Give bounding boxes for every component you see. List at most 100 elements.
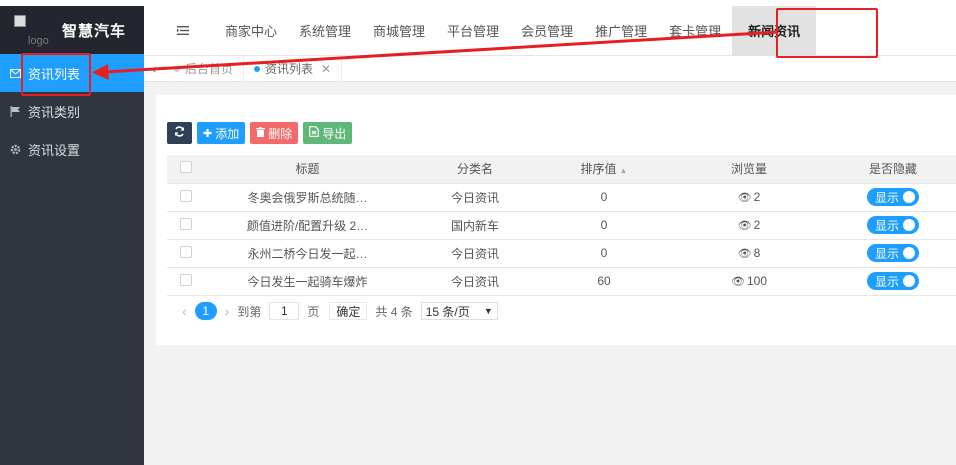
prev-page-icon[interactable]: ‹ <box>182 303 187 319</box>
page-size-select[interactable]: 15 条/页 ▼ <box>420 302 498 320</box>
nav-member-management[interactable]: 会员管理 <box>510 6 584 56</box>
annotation-box-sidebar <box>21 53 91 96</box>
sidebar-item-news-settings[interactable]: 资讯设置 <box>0 130 144 168</box>
refresh-icon <box>174 126 185 140</box>
goto-page-input[interactable]: 1 <box>269 302 300 320</box>
logo-image: logo <box>14 13 54 47</box>
flag-icon <box>9 105 21 117</box>
views-value: 8 <box>753 246 761 260</box>
page-size-value: 15 条/页 <box>425 304 470 319</box>
views-value: 2 <box>753 190 761 204</box>
cell-category: 今日资讯 <box>410 183 540 212</box>
eye-icon: 👁 <box>737 192 752 204</box>
tab-home[interactable]: 后台首页 <box>164 55 245 82</box>
select-all-cell <box>167 155 205 184</box>
switch-label: 显示 <box>875 190 900 205</box>
header-sort[interactable]: 排序值 ▲ <box>540 155 668 184</box>
page-unit-label: 页 <box>307 304 320 319</box>
header-sort-label: 排序值 <box>580 162 617 177</box>
visibility-switch[interactable]: 显示 <box>867 244 919 262</box>
row-checkbox-cell <box>167 267 205 296</box>
confirm-button[interactable]: 确定 <box>329 302 368 320</box>
menu-toggle-icon[interactable] <box>164 6 202 56</box>
tab-dot <box>174 65 180 72</box>
close-icon[interactable]: ✕ <box>321 62 331 76</box>
cell-views: 👁 100 <box>668 267 830 296</box>
sidebar-item-label: 资讯类别 <box>28 104 81 120</box>
cell-sort: 0 <box>540 183 668 212</box>
cell-sort: 60 <box>540 267 668 296</box>
delete-label: 删除 <box>268 126 293 141</box>
visibility-switch[interactable]: 显示 <box>867 272 919 290</box>
switch-label: 显示 <box>875 246 900 261</box>
eye-icon: 👁 <box>737 248 752 260</box>
goto-label: 到第 <box>237 304 262 319</box>
nav-mall-management[interactable]: 商城管理 <box>362 6 436 56</box>
cell-category: 国内新车 <box>410 211 540 240</box>
cell-hidden: 显示 <box>830 211 956 240</box>
row-checkbox-cell <box>167 239 205 268</box>
cell-views: 👁 2 <box>668 211 830 240</box>
switch-label: 显示 <box>875 274 900 289</box>
page-tabs: ‹ 后台首页 资讯列表 ✕ <box>144 55 956 82</box>
tab-news-list[interactable]: 资讯列表 ✕ <box>244 55 343 82</box>
tab-label: 后台首页 <box>185 62 234 76</box>
nav-card-management[interactable]: 套卡管理 <box>658 6 732 56</box>
cell-hidden: 显示 <box>830 183 956 212</box>
refresh-button[interactable] <box>167 122 192 144</box>
news-table: 标题 分类名 排序值 ▲ 浏览量 是否隐藏 冬奥会俄罗斯总统随… 今日资讯 0 👁… <box>167 155 956 296</box>
chevron-down-icon: ▼ <box>483 306 493 316</box>
row-checkbox[interactable] <box>180 273 192 286</box>
nav-system-management[interactable]: 系统管理 <box>288 6 362 56</box>
file-export-icon <box>309 126 320 140</box>
switch-knob <box>903 191 915 203</box>
tab-dot <box>254 65 261 72</box>
cell-views: 👁 2 <box>668 183 830 212</box>
cell-sort: 0 <box>540 211 668 240</box>
visibility-switch[interactable]: 显示 <box>867 188 919 206</box>
app-title: 智慧汽车 <box>62 22 127 40</box>
row-checkbox[interactable] <box>180 189 192 202</box>
tab-label: 资讯列表 <box>265 62 314 76</box>
switch-knob <box>903 275 915 287</box>
row-checkbox[interactable] <box>180 245 192 258</box>
nav-merchant-center[interactable]: 商家中心 <box>214 6 288 56</box>
logo-alt-text: logo <box>28 35 49 47</box>
tabs-prev-icon[interactable]: ‹ <box>144 56 164 82</box>
delete-button[interactable]: 删除 <box>250 122 299 144</box>
export-button[interactable]: 导出 <box>303 122 353 144</box>
nav-platform-management[interactable]: 平台管理 <box>436 6 510 56</box>
visibility-switch[interactable]: 显示 <box>867 216 919 234</box>
sidebar-item-news-category[interactable]: 资讯类别 <box>0 92 144 130</box>
eye-icon: 👁 <box>731 276 745 288</box>
add-label: 添加 <box>215 126 240 141</box>
cell-title: 颜值进阶/配置升级 2… <box>205 211 410 240</box>
add-button[interactable]: ✚ 添加 <box>197 122 246 144</box>
row-checkbox[interactable] <box>180 217 192 230</box>
views-value: 2 <box>753 218 761 232</box>
total-count: 共 4 条 <box>375 304 413 319</box>
table-row: 颜值进阶/配置升级 2… 国内新车 0 👁 2 显示 <box>167 211 956 240</box>
trash-icon <box>256 126 266 140</box>
header-title: 标题 <box>205 155 410 184</box>
cell-hidden: 显示 <box>830 267 956 296</box>
sort-icon[interactable]: ▲ <box>620 166 628 175</box>
cell-sort: 0 <box>540 239 668 268</box>
table-row: 永州二桥今日发一起… 今日资讯 0 👁 8 显示 <box>167 239 956 268</box>
cell-category: 今日资讯 <box>410 239 540 268</box>
eye-icon: 👁 <box>737 220 752 232</box>
nav-promotion-management[interactable]: 推广管理 <box>584 6 658 56</box>
toolbar: ✚ 添加 删除 导出 <box>167 122 357 144</box>
current-page[interactable]: 1 <box>194 302 217 320</box>
logo-area: logo 智慧汽车 <box>0 6 144 54</box>
row-checkbox-cell <box>167 211 205 240</box>
table-row: 冬奥会俄罗斯总统随… 今日资讯 0 👁 2 显示 <box>167 183 956 212</box>
broken-image-icon <box>14 15 26 27</box>
plus-icon: ✚ <box>203 127 213 140</box>
select-all-checkbox[interactable] <box>180 161 192 174</box>
table-row: 今日发生一起骑车爆炸 今日资讯 60 👁 100 显示 <box>167 267 956 296</box>
header-category: 分类名 <box>410 155 540 184</box>
row-checkbox-cell <box>167 183 205 212</box>
envelope-icon <box>9 67 21 79</box>
next-page-icon[interactable]: › <box>225 303 230 319</box>
